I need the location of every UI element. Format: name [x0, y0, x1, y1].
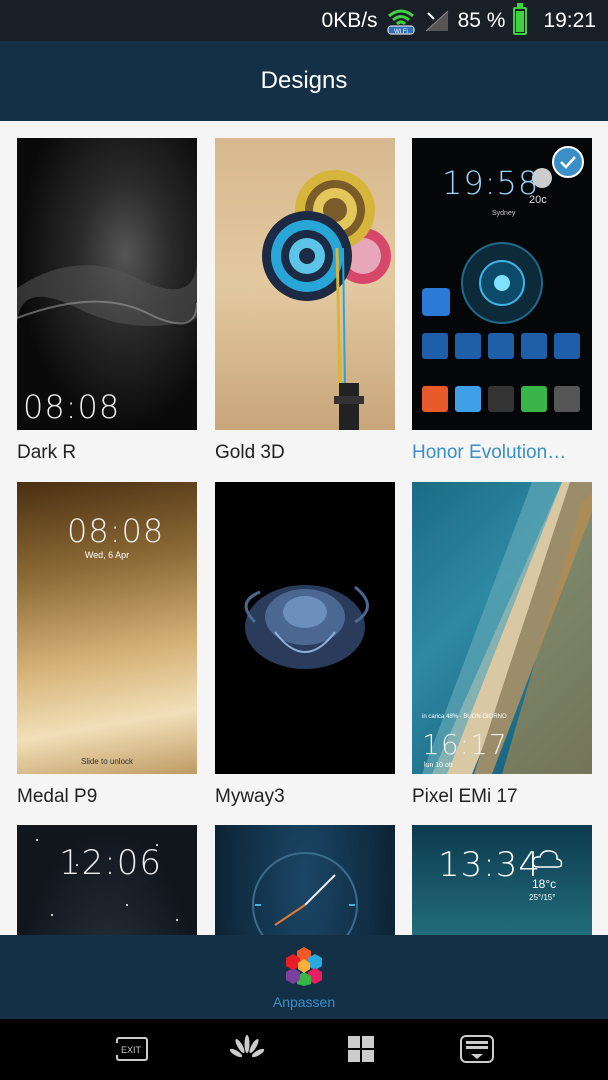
customize-tab[interactable]	[283, 944, 325, 986]
theme-card-medal-p9[interactable]: 08:08 Wed, 6 Apr Slide to unlock Medal P…	[17, 482, 197, 807]
theme-card-honor-evolution[interactable]: 19:58 20c Sydney Honor Evolution…	[412, 138, 592, 463]
theme-thumbnail[interactable]: 08:08	[17, 138, 197, 430]
theme-thumbnail[interactable]: 12:06	[17, 825, 197, 935]
thumb-temp: 20c	[529, 194, 547, 206]
theme-thumbnail[interactable]: in carica 48% · BUON GIORNO 16:17 lun 10…	[412, 482, 592, 774]
thumb-clock: 13:34	[438, 845, 541, 885]
apps-button[interactable]	[344, 1034, 378, 1064]
theme-thumbnail[interactable]: 19:58 20c Sydney	[412, 138, 592, 430]
thumb-date: lun 10 ott	[424, 762, 453, 769]
thumb-range: 25°/15°	[529, 893, 556, 902]
bottom-tab-bar: Anpassen	[0, 935, 608, 1019]
thumb-note: in carica 48% · BUON GIORNO	[422, 714, 507, 720]
theme-name: Medal P9	[17, 786, 98, 807]
navigation-bar: EXIT	[0, 1019, 608, 1080]
thumb-hint: Slide to unlock	[80, 757, 134, 766]
theme-thumbnail[interactable]	[215, 138, 395, 430]
theme-card-dark-r[interactable]: 08:08 Dark R	[17, 138, 197, 463]
grid-icon	[348, 1036, 374, 1062]
thumb-clock: 08:08	[23, 388, 121, 426]
status-bar: 0KB/s Wi Fi 85 % 19:21	[0, 0, 608, 41]
theme-card-pixel-emi-17[interactable]: in carica 48% · BUON GIORNO 16:17 lun 10…	[412, 482, 592, 807]
theme-name: Gold 3D	[215, 442, 285, 463]
network-speed: 0KB/s	[321, 8, 378, 32]
cloud-icon	[530, 847, 564, 876]
theme-thumbnail[interactable]: 13:34 18°c 25°/15°	[412, 825, 592, 935]
selected-check-icon	[552, 146, 584, 178]
theme-name: Dark R	[17, 442, 77, 463]
exit-button[interactable]: EXIT	[114, 1034, 148, 1064]
notifications-button[interactable]	[459, 1034, 494, 1064]
notification-tray-icon	[460, 1035, 494, 1063]
theme-card-weather[interactable]: 13:34 18°c 25°/15°	[412, 825, 592, 935]
theme-card-analog-clock[interactable]	[215, 825, 395, 935]
page-title: Designs	[260, 67, 348, 94]
theme-card-myway3[interactable]: Myway3	[215, 482, 395, 807]
exit-label: EXIT	[121, 1045, 142, 1055]
theme-thumbnail[interactable]: 08:08 Wed, 6 Apr Slide to unlock	[17, 482, 197, 774]
theme-name: Pixel EMi 17	[412, 786, 518, 807]
battery-icon	[513, 2, 528, 35]
customize-tab-label[interactable]: Anpassen	[0, 994, 608, 1010]
theme-name: Myway3	[215, 786, 285, 807]
thumb-clock: 19:58	[442, 164, 540, 202]
thumb-city: Sydney	[492, 210, 516, 217]
thumb-date: Wed, 6 Apr	[84, 550, 130, 560]
theme-thumbnail[interactable]	[215, 482, 395, 774]
battery-percent: 85 %	[457, 8, 506, 32]
exit-icon: EXIT	[115, 1037, 148, 1061]
wifi-icon: Wi Fi	[386, 6, 416, 36]
clock: 19:21	[543, 8, 596, 32]
thumb-clock: 08:08	[67, 512, 165, 550]
signal-icon	[424, 9, 450, 33]
theme-grid: 08:08 Dark R Gold 3D 19:58 20c Sydney Ho…	[0, 121, 608, 935]
theme-thumbnail[interactable]	[215, 825, 395, 935]
thumb-clock: 16:17	[422, 728, 508, 761]
thumb-temp: 18°c	[532, 877, 557, 891]
theme-name: Honor Evolution…	[412, 442, 567, 463]
huawei-icon	[229, 1035, 265, 1058]
hexagon-palette-icon	[286, 947, 322, 986]
huawei-logo-button[interactable]	[229, 1034, 265, 1064]
svg-text:Wi Fi: Wi Fi	[394, 29, 408, 35]
thumb-clock: 12:06	[59, 843, 162, 883]
title-bar: Designs	[0, 41, 608, 121]
theme-card-gold-3d[interactable]: Gold 3D	[215, 138, 395, 463]
theme-card-starry-night[interactable]: 12:06	[17, 825, 197, 935]
